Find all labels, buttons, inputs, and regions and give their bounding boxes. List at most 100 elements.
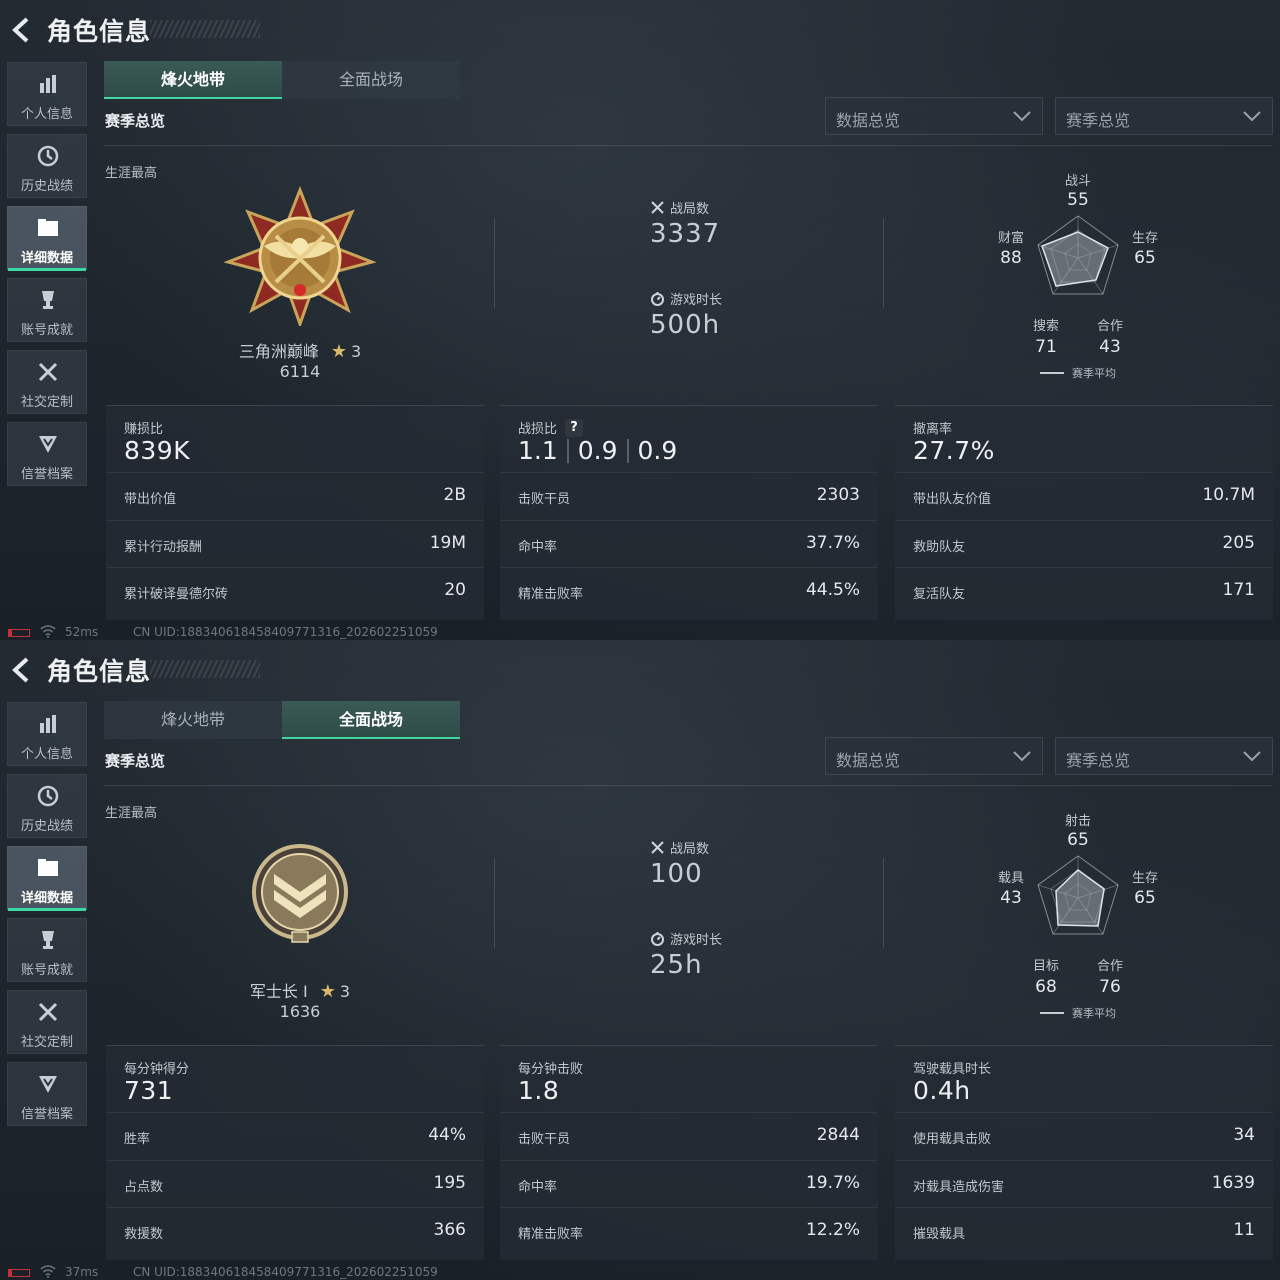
character-info-panel-warfare: 角色信息 个人信息 历史战绩 详细数据 账号成就 社交定制 信誉档案 烽火地带	[0, 640, 1280, 1280]
shield-icon	[39, 1076, 57, 1093]
legend-line	[1040, 372, 1064, 374]
sidebar-item-social[interactable]: 社交定制	[7, 350, 87, 414]
bar-chart-icon	[40, 75, 56, 93]
row-value: 44%	[428, 1125, 466, 1145]
ratio-separator	[566, 438, 569, 463]
vertical-divider	[883, 218, 884, 308]
sidebar-item-profile[interactable]: 个人信息	[7, 702, 87, 766]
divider	[104, 145, 1272, 146]
sidebar-item-history[interactable]: 历史战绩	[7, 134, 87, 198]
playtime-label: 游戏时长	[670, 933, 723, 948]
row-label: 摧毁载具	[913, 1227, 966, 1242]
title-decoration	[150, 20, 260, 38]
stopwatch-icon	[651, 292, 664, 306]
mode-tabs: 烽火地带 全面战场	[104, 61, 460, 99]
help-icon[interactable]: ?	[565, 418, 584, 437]
page-title: 角色信息	[47, 17, 152, 46]
row-label: 带出队友价值	[913, 492, 992, 507]
tab-warfare[interactable]: 全面战场	[282, 61, 460, 99]
stat-row: 击败干员 2844	[500, 1112, 878, 1159]
sidebar-item-label: 社交定制	[20, 1035, 73, 1050]
matches-stat: 战局数 3337	[650, 198, 720, 249]
tab-extraction[interactable]: 烽火地带	[104, 61, 282, 99]
row-label: 命中率	[518, 540, 558, 555]
status-footer: 37ms CN UID:1883406184584097713​16_20260…	[0, 1264, 1280, 1280]
ratio-value: 1.1	[518, 436, 558, 465]
sidebar-item-label: 详细数据	[20, 891, 73, 906]
radar-label-shooting: 射击	[1064, 814, 1091, 829]
trophy-icon	[42, 291, 54, 309]
radar-label-vehicle: 载具	[997, 871, 1024, 886]
stat-row: 使用载具击败 34	[895, 1112, 1273, 1159]
ratio-value: 0.9	[577, 436, 618, 465]
legend-line	[1040, 1012, 1064, 1014]
radar-chart	[1037, 215, 1119, 295]
sidebar-item-achievements[interactable]: 账号成就	[7, 918, 87, 982]
stat-row: 命中率 19.7%	[500, 1160, 878, 1207]
row-label: 精准击败率	[518, 587, 584, 602]
rank-name-row: 军士长 I ★ 3	[150, 978, 450, 1002]
card-label: 战损比	[518, 422, 558, 437]
rank-name: 军士长 I	[249, 982, 308, 1001]
sidebar-item-label: 信誉档案	[20, 467, 73, 482]
back-arrow-icon[interactable]	[8, 656, 36, 684]
rank-stars: 3	[350, 342, 362, 361]
matches-value: 100	[650, 859, 703, 889]
sidebar-item-profile[interactable]: 个人信息	[7, 62, 87, 126]
sidebar-item-social[interactable]: 社交定制	[7, 990, 87, 1054]
rank-name-row: 三角洲巅峰 ★ 3	[150, 338, 450, 362]
row-label: 击败干员	[518, 1132, 571, 1147]
stat-row: 精准击败率 12.2%	[500, 1207, 878, 1254]
vertical-divider	[494, 858, 495, 948]
dropdown-value: 赛季总览	[1066, 111, 1131, 130]
season-dropdown[interactable]: 赛季总览	[1055, 97, 1273, 135]
sidebar-item-label: 详细数据	[20, 251, 73, 266]
season-dropdown[interactable]: 赛季总览	[1055, 737, 1273, 775]
chevron-down-icon	[1243, 751, 1261, 762]
legend-text: 赛季平均	[1072, 367, 1116, 380]
shield-icon	[39, 436, 57, 453]
stat-card-score: 每分钟得分 731 胜率 44% 占点数 195 救援数 366	[106, 1045, 484, 1260]
row-label: 击败干员	[518, 492, 571, 507]
stat-row: 救援数 366	[106, 1207, 484, 1254]
dropdown-value: 赛季总览	[1066, 751, 1131, 770]
stat-row: 累计行动报酬 19M	[106, 520, 484, 567]
sidebar-item-reputation[interactable]: 信誉档案	[7, 422, 87, 486]
chevron-rank-icon	[252, 844, 348, 943]
uid-text: CN UID:1883406184584097713​16_2026022510…	[133, 1265, 438, 1279]
row-label: 救助队友	[913, 540, 966, 555]
ping-value: 37ms	[65, 1265, 99, 1279]
sidebar-item-history[interactable]: 历史战绩	[7, 774, 87, 838]
radar-value-shooting: 65	[1067, 830, 1089, 850]
tab-warfare[interactable]: 全面战场	[282, 701, 460, 739]
uid-text: CN UID:1883406184584097713​16_2026022510…	[133, 625, 438, 639]
card-label: 每分钟击败	[518, 1062, 584, 1077]
data-overview-dropdown[interactable]: 数据总览	[825, 97, 1043, 135]
radar-label-survival: 生存	[1131, 871, 1158, 886]
back-arrow-icon[interactable]	[8, 16, 36, 44]
radar-label-teamwork: 合作	[1096, 319, 1123, 334]
row-value: 34	[1233, 1125, 1255, 1145]
row-value: 366	[433, 1220, 466, 1240]
row-value: 171	[1222, 580, 1255, 600]
data-overview-dropdown[interactable]: 数据总览	[825, 737, 1043, 775]
sidebar-item-details[interactable]: 详细数据	[7, 846, 87, 911]
folder-icon	[38, 219, 58, 236]
sidebar-item-reputation[interactable]: 信誉档案	[7, 1062, 87, 1126]
rank-name: 三角洲巅峰	[238, 342, 319, 361]
rank-stars: 3	[339, 982, 351, 1001]
tab-extraction[interactable]: 烽火地带	[104, 701, 282, 739]
row-value: 12.2%	[805, 1220, 860, 1240]
radar-value-teamwork: 76	[1099, 977, 1121, 997]
radar-value-combat: 55	[1067, 190, 1089, 210]
playtime-value: 25h	[650, 950, 703, 980]
stat-row: 带出队友价值 10.7M	[895, 472, 1273, 519]
stat-row: 救助队友 205	[895, 520, 1273, 567]
row-value: 2844	[816, 1125, 860, 1145]
row-value: 10.7M	[1202, 485, 1255, 505]
row-value: 19M	[429, 533, 466, 553]
sidebar-item-achievements[interactable]: 账号成就	[7, 278, 87, 342]
sidebar-item-details[interactable]: 详细数据	[7, 206, 87, 271]
radar-label-wealth: 财富	[997, 231, 1024, 246]
stat-row: 摧毁载具 11	[895, 1207, 1273, 1254]
